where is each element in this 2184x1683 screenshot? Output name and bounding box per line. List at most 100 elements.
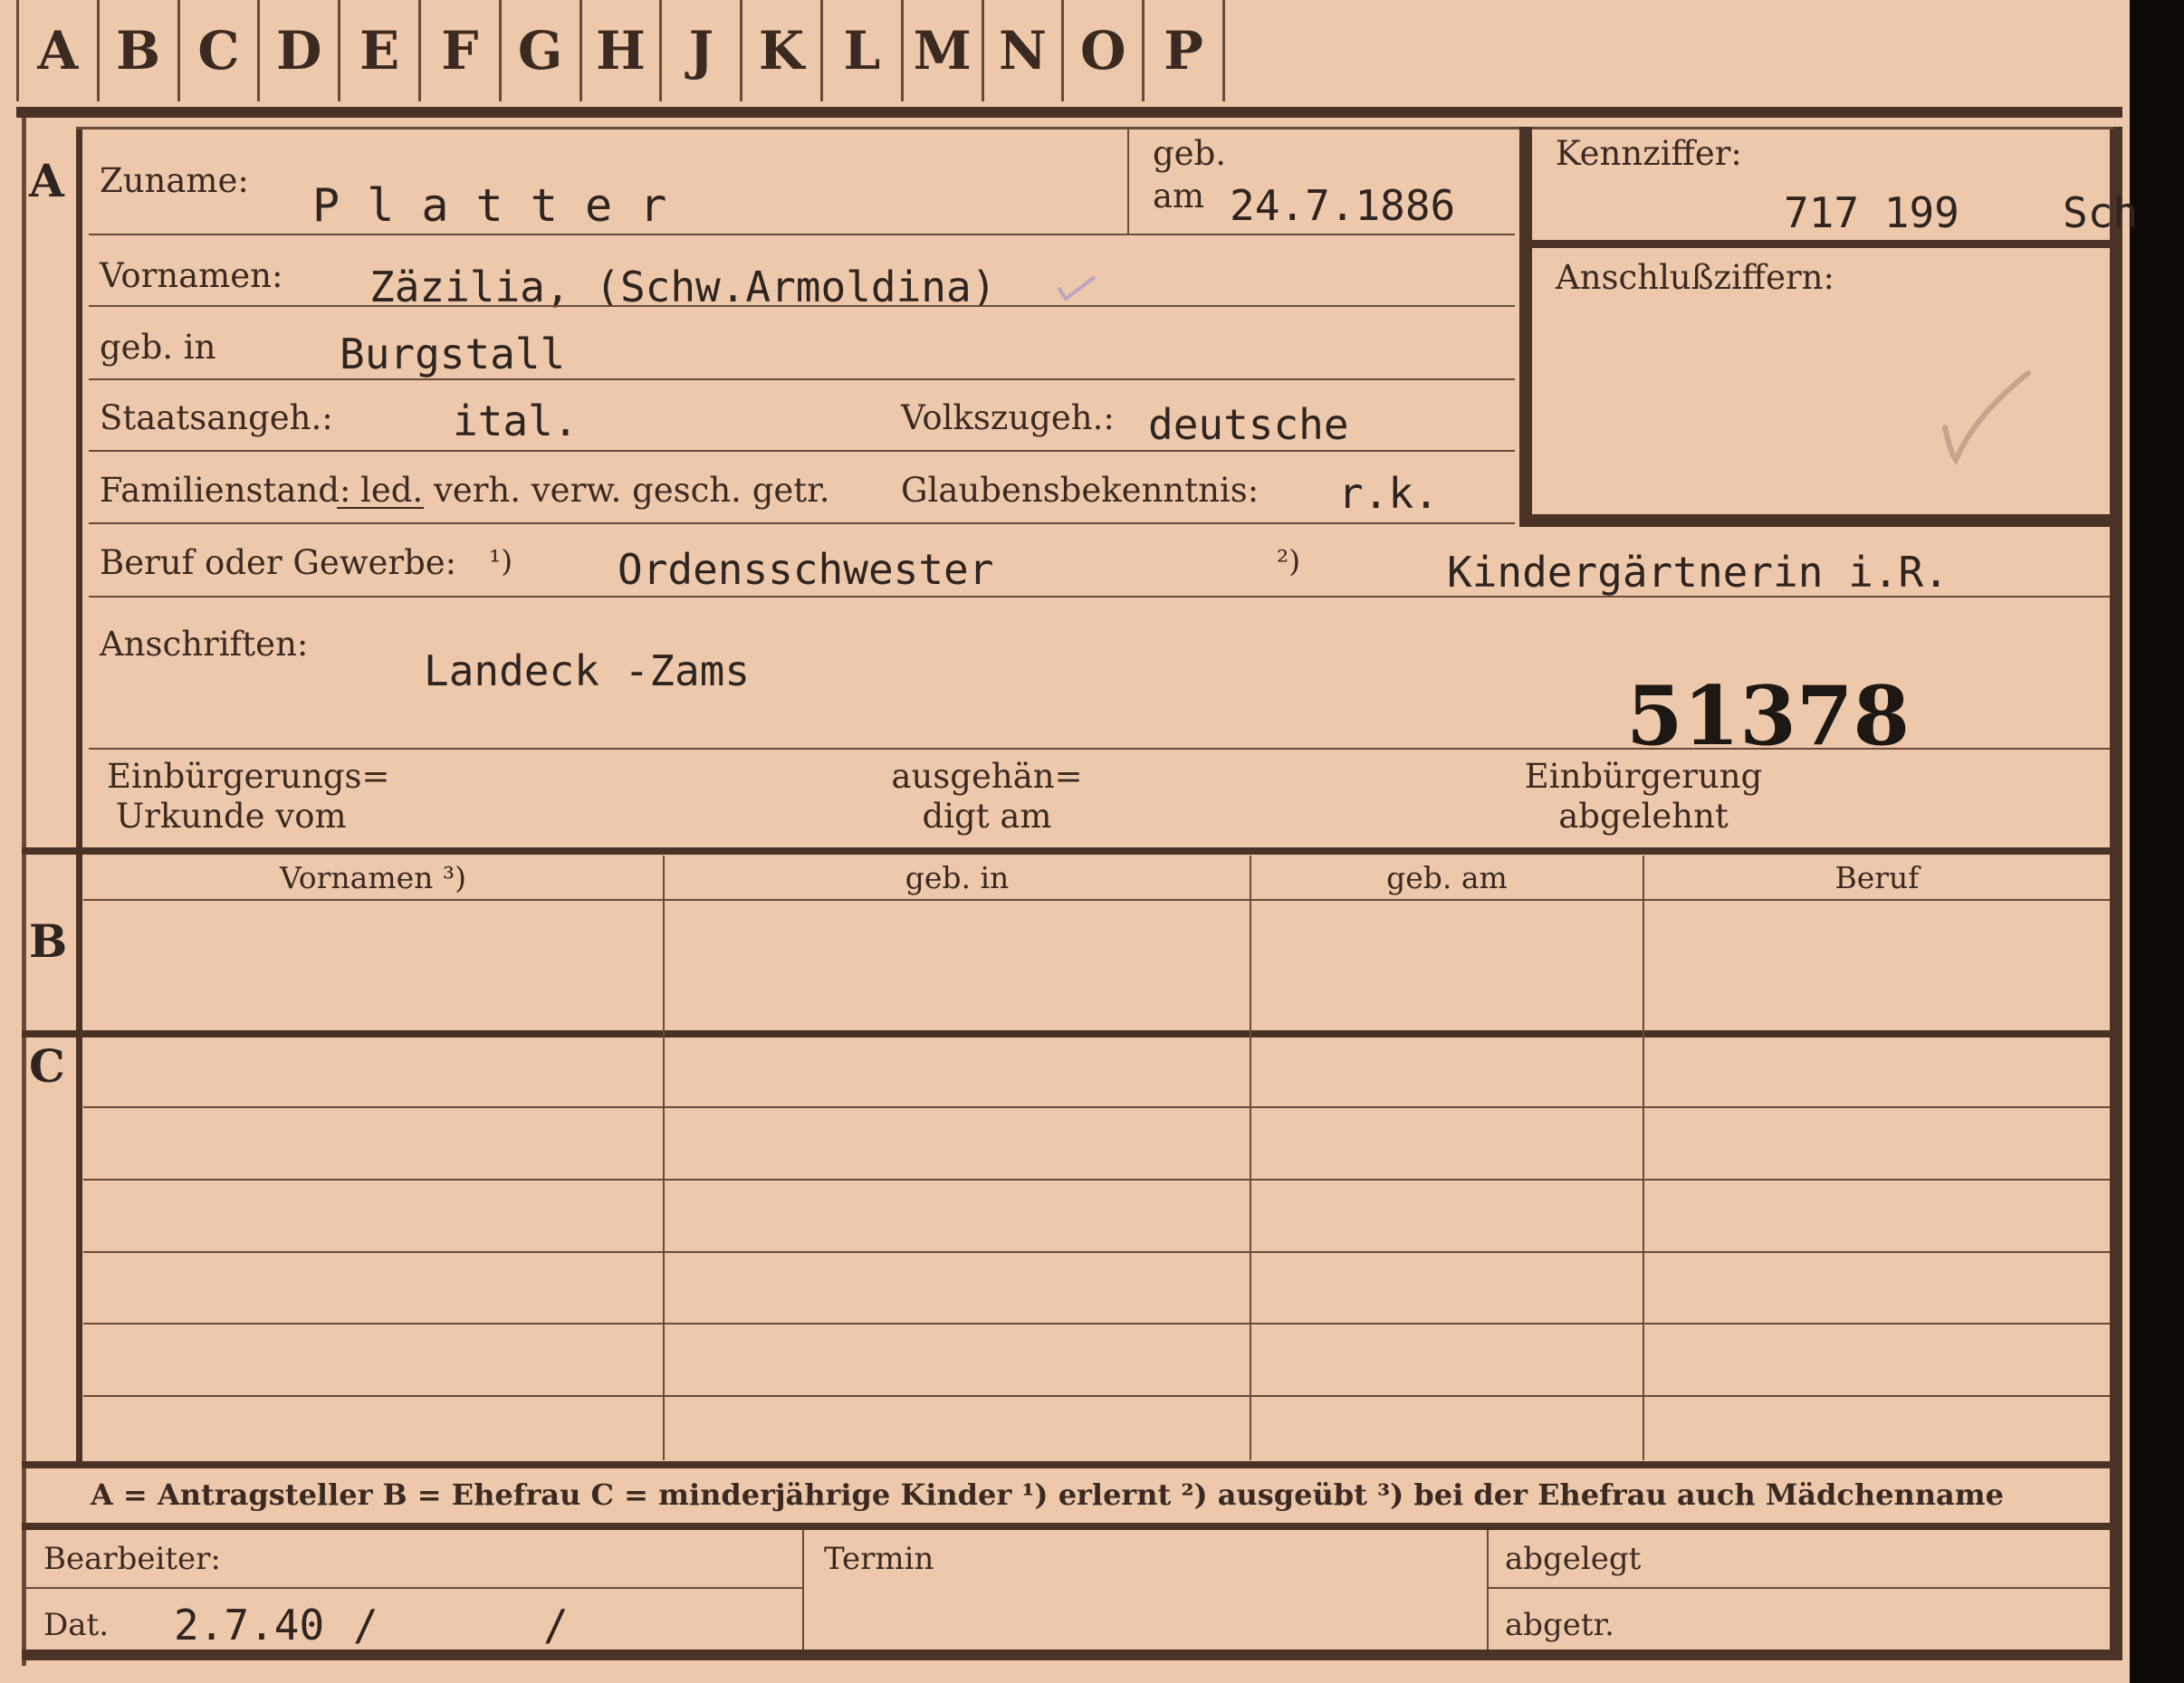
col-header-beruf: Beruf [1834, 860, 1920, 895]
side-column-divider [76, 127, 82, 1465]
zuname-value: P l a t t e r [312, 179, 667, 232]
alphabet-tab-d: D [260, 0, 341, 101]
child-row-line [83, 1395, 2110, 1397]
footer-divider [802, 1530, 804, 1657]
anschluss-label: Anschlußziffern: [1556, 258, 1834, 297]
familienstand-label: Familienstand: [100, 471, 351, 510]
pencil-tick-icon [1055, 272, 1100, 304]
kennziffer-box-bottom [1519, 514, 2113, 527]
alphabet-tab-b: B [99, 0, 180, 101]
einb-urkunde-line1: Einbürgerungs= [107, 757, 390, 796]
legend-text: A = Antragsteller B = Ehefrau C = minder… [91, 1477, 2004, 1512]
section-b-label: B [29, 914, 68, 968]
row-line [89, 305, 1515, 307]
bearbeiter-label: Bearbeiter: [43, 1541, 221, 1577]
ausgehaendigt-line1: ausgehän= [891, 757, 1083, 796]
kennziffer-value: 717 199 [1784, 188, 1959, 237]
child-row-line [83, 1251, 2110, 1253]
alphabet-tab-f: F [421, 0, 502, 101]
section-b-top [22, 847, 2115, 855]
staatsangeh-value: ital. [453, 397, 579, 445]
row-line [89, 748, 2110, 750]
dat-label: Dat. [43, 1607, 110, 1643]
kennziffer-label: Kennziffer: [1556, 134, 1742, 173]
col-header-geb-in: geb. in [905, 860, 1010, 895]
col-divider [663, 856, 665, 1460]
kennziffer-suffix: Sch [2063, 188, 2139, 237]
row-line [89, 450, 1515, 452]
child-row-line [83, 1106, 2110, 1108]
registration-card: ABCDEFGHJKLMNOP A Zuname: P l a t t e r … [0, 0, 2138, 1683]
beruf1-value: Ordensschwester [618, 545, 994, 594]
anschriften-label: Anschriften: [100, 625, 309, 664]
row-line [89, 378, 1515, 380]
alphabet-tab-o: O [1064, 0, 1145, 101]
tab-strip-bottom-border [16, 107, 1222, 118]
glaubens-value: r.k. [1338, 469, 1439, 518]
alphabet-tab-l: L [823, 0, 904, 101]
section-c-label: C [29, 1039, 65, 1093]
vornamen-label: Vornamen: [100, 256, 283, 295]
alphabet-tab-m: M [903, 0, 984, 101]
section-c-top [22, 1030, 2115, 1038]
bottom-border [22, 1650, 2122, 1660]
stamp-number: 51378 [1626, 668, 1911, 764]
footnote-2: ²) [1277, 543, 1301, 579]
top-right-border [1222, 107, 2122, 118]
footnote-1: ¹) [489, 543, 513, 579]
familienstand-options: led. verh. verw. gesch. getr. [360, 471, 830, 510]
geb-in-value: Burgstall [340, 330, 566, 378]
geb-in-label: geb. in [100, 328, 216, 367]
slash-1: / [353, 1601, 378, 1650]
child-row-line [83, 1323, 2110, 1324]
slash-2: / [543, 1601, 569, 1650]
einb-urkunde-line2: Urkunde vom [116, 797, 347, 836]
section-a-label: A [29, 154, 64, 207]
row-line [89, 596, 2110, 598]
geb-label: geb. [1153, 134, 1227, 173]
footer-line [25, 1587, 804, 1589]
kennziffer-box-divider [1519, 240, 2113, 248]
footer-divider [1487, 1530, 1489, 1657]
right-border [2110, 127, 2122, 1657]
led-underline [337, 507, 424, 509]
anschriften-value: Landeck -Zams [424, 646, 751, 695]
am-label: am [1153, 177, 1205, 215]
ausgehaendigt-line2: digt am [922, 797, 1052, 836]
volkszugeh-value: deutsche [1148, 400, 1349, 449]
einb-abgelehnt-line2: abgelehnt [1558, 797, 1729, 836]
einb-abgelehnt-line1: Einbürgerung [1524, 757, 1763, 796]
alphabet-tab-k: K [742, 0, 823, 101]
alphabet-tab-a: A [19, 0, 100, 101]
alphabet-tab-strip: ABCDEFGHJKLMNOP [16, 0, 1225, 101]
top-inner-line [76, 127, 2113, 129]
glaubens-label: Glaubensbekenntnis: [901, 471, 1260, 510]
alphabet-tab-g: G [501, 0, 582, 101]
staatsangeh-label: Staatsangeh.: [100, 398, 333, 437]
child-row-line [83, 1179, 2110, 1181]
col-divider [1250, 856, 1251, 1460]
geb-am-divider [1127, 127, 1129, 234]
checkmark-icon [1938, 362, 2037, 466]
alphabet-tab-j: J [662, 0, 743, 101]
legend-bottom [22, 1523, 2115, 1530]
volkszugeh-label: Volkszugeh.: [901, 398, 1115, 437]
alphabet-tab-c: C [179, 0, 261, 101]
alphabet-tab-n: N [983, 0, 1065, 101]
col-header-vornamen: Vornamen ³) [279, 860, 467, 895]
row-line [89, 234, 1515, 235]
col-divider [1643, 856, 1644, 1460]
termin-label: Termin [824, 1541, 934, 1577]
beruf-label: Beruf oder Gewerbe: [100, 543, 457, 582]
header-underline [83, 899, 2110, 901]
left-edge [22, 118, 26, 1666]
col-header-geb-am: geb. am [1386, 860, 1508, 895]
legend-top [22, 1461, 2115, 1468]
geb-am-value: 24.7.1886 [1230, 181, 1456, 230]
footer-line [1487, 1587, 2112, 1589]
alphabet-tab-e: E [340, 0, 421, 101]
beruf2-value: Kindergärtnerin i.R. [1447, 548, 1949, 597]
zuname-label: Zuname: [100, 161, 249, 200]
abgetr-label: abgetr. [1505, 1607, 1614, 1643]
dat-value: 2.7.40 [174, 1601, 325, 1650]
